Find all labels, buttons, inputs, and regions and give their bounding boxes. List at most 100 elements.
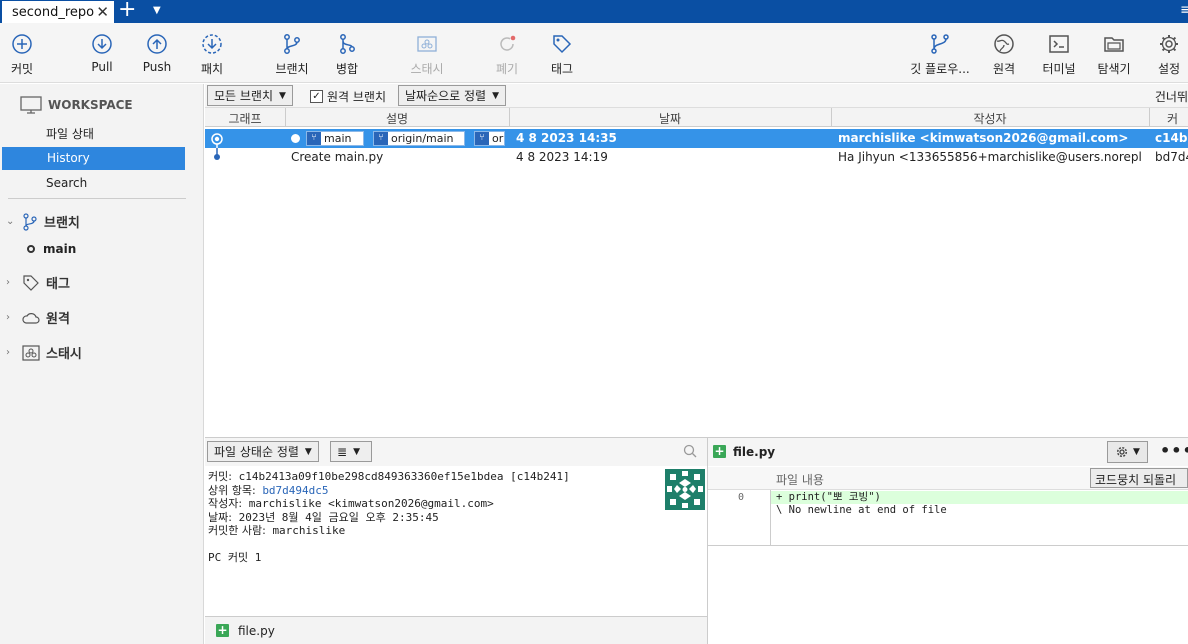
revert-hunk-button[interactable]: 코드뭉치 되돌리기 bbox=[1090, 468, 1188, 504]
branch-filter-dropdown[interactable]: 모든 브랜치 ▼ bbox=[207, 85, 293, 106]
repo-tab[interactable]: second_repo ✕ bbox=[2, 1, 114, 23]
new-tab-icon[interactable]: + bbox=[118, 0, 136, 22]
repo-tab-title: second_repo bbox=[12, 4, 95, 20]
committer-value: marchislike bbox=[272, 524, 346, 537]
col-graph[interactable]: 그래프 bbox=[205, 110, 285, 127]
commit-message: PC 커밋 1 bbox=[208, 551, 262, 564]
row-commit: c14b2 bbox=[1155, 131, 1188, 145]
file-sort-dropdown[interactable]: 파일 상태순 정렬 ▼ bbox=[207, 441, 319, 462]
terminal-icon bbox=[1049, 35, 1069, 53]
close-icon[interactable]: ✕ bbox=[96, 3, 109, 21]
chevron-down-icon[interactable]: ▼ bbox=[153, 2, 161, 20]
diff-options-button[interactable]: ▼ bbox=[1107, 441, 1148, 463]
gitflow-button[interactable]: 깃 플로우... bbox=[908, 32, 972, 77]
ref-tag-origin-main[interactable]: ⑂ origin/main bbox=[373, 131, 465, 146]
explorer-button[interactable]: 탐색기 bbox=[1095, 32, 1133, 77]
toolbar: 커밋 Pull Push 패치 브랜치 병합 스태시 폐기 태그 깃 플로우..… bbox=[0, 23, 1188, 83]
chevron-down-icon: ▼ bbox=[353, 446, 360, 457]
chevron-down-icon: ▼ bbox=[304, 446, 312, 457]
col-author[interactable]: 작성자 bbox=[831, 110, 1149, 127]
ref-tag-main[interactable]: ⑂ main bbox=[306, 131, 364, 146]
remote-branches-checkbox[interactable]: ✓ 원격 브랜치 bbox=[310, 88, 386, 105]
chevron-right-icon: › bbox=[6, 347, 10, 358]
line-number: 0 bbox=[738, 492, 745, 503]
terminal-button[interactable]: 터미널 bbox=[1040, 32, 1078, 77]
tab-bar: second_repo ✕ + ▼ ≡ bbox=[0, 0, 1188, 23]
avatar bbox=[665, 469, 705, 510]
tag-icon bbox=[23, 274, 39, 291]
row-date: 4 8 2023 14:35 bbox=[516, 131, 617, 145]
branch-icon: ⑂ bbox=[374, 132, 388, 145]
sidebar-item-file-status[interactable]: 파일 상태 bbox=[46, 125, 94, 142]
settings-button[interactable]: 설정 bbox=[1155, 32, 1183, 77]
commit-hash: c14b2413a09f10be298cd849363360ef15e1bdea… bbox=[238, 470, 570, 483]
commit-details: 커밋: c14b2413a09f10be298cd849363360ef15e1… bbox=[208, 470, 658, 565]
diff-hunk-header: 파일 내용 코드뭉치 되돌리기 bbox=[708, 467, 1188, 504]
monitor-icon bbox=[20, 96, 42, 114]
table-row[interactable]: Create main.py 4 8 2023 14:19 Ha Jihyun … bbox=[205, 148, 1188, 167]
chevron-right-icon: › bbox=[6, 277, 10, 288]
remote-button[interactable]: 원격 bbox=[990, 32, 1018, 77]
row-description: Create main.py bbox=[291, 150, 384, 164]
patch-icon bbox=[202, 34, 222, 54]
sidebar-branch-main[interactable]: main bbox=[27, 242, 76, 256]
parent-link[interactable]: bd7d494dc5 bbox=[262, 484, 328, 497]
branch-icon bbox=[23, 212, 37, 231]
search-icon[interactable] bbox=[683, 444, 697, 458]
diff-toolbar: + file.py ▼ ••• bbox=[708, 438, 1188, 466]
ref-tag-origin-head[interactable]: ⑂ or bbox=[474, 131, 505, 146]
chevron-down-icon: ▼ bbox=[492, 90, 500, 101]
stash-button[interactable]: 스태시 bbox=[408, 32, 446, 77]
chevron-right-icon: › bbox=[6, 312, 10, 323]
branch-button[interactable]: 브랜치 bbox=[273, 32, 311, 77]
stash-icon bbox=[22, 344, 40, 361]
row-commit: bd7d4 bbox=[1155, 150, 1188, 164]
sidebar-group-tags[interactable]: › 태그 bbox=[6, 273, 70, 292]
history-table-header: 그래프 설명 날짜 작성자 커밋 bbox=[205, 108, 1188, 143]
table-row[interactable]: ⑂ main ⑂ origin/main ⑂ or 4 8 2023 14:35 ma… bbox=[205, 129, 1188, 148]
view-mode-dropdown[interactable]: ≣ ▼ bbox=[330, 441, 372, 462]
chevron-down-icon: ▼ bbox=[279, 90, 286, 101]
patch-button[interactable]: 패치 bbox=[198, 32, 226, 77]
discard-button[interactable]: 폐기 bbox=[494, 32, 520, 77]
gear-icon bbox=[1116, 446, 1128, 458]
sidebar-item-history[interactable]: History bbox=[2, 147, 185, 170]
pull-icon bbox=[92, 34, 112, 54]
push-icon bbox=[147, 34, 167, 54]
workspace-header: WORKSPACE bbox=[20, 96, 133, 114]
graph-node-icon bbox=[214, 148, 220, 160]
push-button[interactable]: Push bbox=[142, 32, 172, 74]
branch-icon: ⑂ bbox=[475, 132, 489, 145]
sidebar-group-branches[interactable]: ⌄ 브랜치 bbox=[6, 212, 80, 231]
sidebar-item-search[interactable]: Search bbox=[46, 176, 87, 190]
col-description[interactable]: 설명 bbox=[285, 110, 509, 127]
file-list-item[interactable]: + file.py bbox=[205, 616, 707, 644]
branch-icon: ⑂ bbox=[307, 132, 321, 145]
commit-icon bbox=[12, 34, 32, 54]
current-branch-icon bbox=[27, 245, 35, 253]
author-value: marchislike <kimwatson2026@gmail.com> bbox=[248, 497, 494, 510]
row-author: Ha Jihyun <133655856+marchislike@users.n… bbox=[838, 150, 1142, 164]
sidebar-divider bbox=[8, 198, 186, 199]
head-indicator-icon bbox=[291, 134, 300, 143]
sidebar-group-remotes[interactable]: › 원격 bbox=[6, 308, 70, 327]
globe-icon bbox=[994, 34, 1014, 54]
sidebar-group-stashes[interactable]: › 스태시 bbox=[6, 343, 82, 362]
sidebar: WORKSPACE 파일 상태 History Search ⌄ 브랜치 mai… bbox=[0, 84, 204, 644]
commit-button[interactable]: 커밋 bbox=[6, 32, 38, 77]
col-date[interactable]: 날짜 bbox=[509, 110, 831, 127]
tag-button[interactable]: 태그 bbox=[548, 32, 576, 77]
tag-icon bbox=[553, 35, 572, 54]
chevron-down-icon: ▼ bbox=[1133, 447, 1140, 457]
pull-button[interactable]: Pull bbox=[88, 32, 116, 74]
more-options-icon[interactable]: ••• bbox=[1160, 441, 1188, 460]
gear-icon bbox=[1160, 35, 1178, 53]
gitflow-icon bbox=[931, 34, 949, 54]
menu-icon[interactable]: ≡ bbox=[1180, 2, 1188, 18]
sort-dropdown[interactable]: 날짜순으로 정렬 ▼ bbox=[398, 85, 507, 106]
added-file-icon: + bbox=[713, 444, 726, 458]
row-author: marchislike <kimwatson2026@gmail.com> bbox=[838, 131, 1129, 145]
skip-label[interactable]: 건너뛰 bbox=[1155, 88, 1188, 105]
merge-button[interactable]: 병합 bbox=[334, 32, 360, 77]
row-date: 4 8 2023 14:19 bbox=[516, 150, 608, 164]
